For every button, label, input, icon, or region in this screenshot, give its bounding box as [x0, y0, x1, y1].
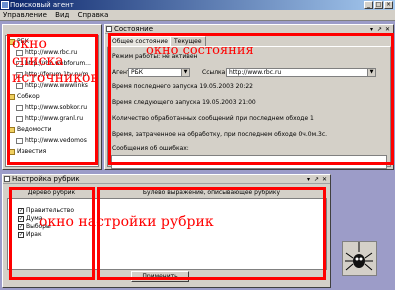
spider-icon — [342, 241, 377, 276]
app-title: Поисковый агент — [10, 1, 74, 9]
window-icon — [106, 26, 112, 32]
app-titlebar: Поисковый агент _ □ × — [0, 0, 395, 10]
rubric-tree-annotation-box — [9, 187, 95, 280]
app-icon — [1, 1, 9, 9]
menu-item-control[interactable]: Управление — [0, 10, 50, 21]
menu-item-help[interactable]: Справка — [75, 10, 112, 21]
sources-annotation-label: окно списка источников — [12, 36, 99, 86]
minimize-icon[interactable]: ▾ — [307, 175, 310, 184]
state-annotation-label: окно состояния — [146, 43, 254, 58]
minimize-icon[interactable]: _ — [364, 1, 373, 9]
close-icon[interactable]: × — [384, 1, 393, 9]
rubric-window-title: Настройка рубрик — [12, 175, 80, 183]
spider-graphic — [345, 242, 373, 271]
state-window-title: Состояние — [114, 25, 154, 33]
rubric-annotation-label: окно настройки рубрик — [39, 214, 214, 230]
window-icon — [4, 176, 10, 182]
maximize-icon[interactable]: ↗ — [314, 175, 319, 184]
menu-bar: Управление Вид Справка — [0, 10, 395, 21]
rubric-window-titlebar: Настройка рубрик ▾ ↗ ✕ — [3, 175, 330, 184]
maximize-icon[interactable]: □ — [374, 1, 383, 9]
menu-item-view[interactable]: Вид — [52, 10, 72, 21]
close-icon[interactable]: ✕ — [322, 175, 327, 184]
rubric-editor-annotation-box — [97, 187, 326, 280]
